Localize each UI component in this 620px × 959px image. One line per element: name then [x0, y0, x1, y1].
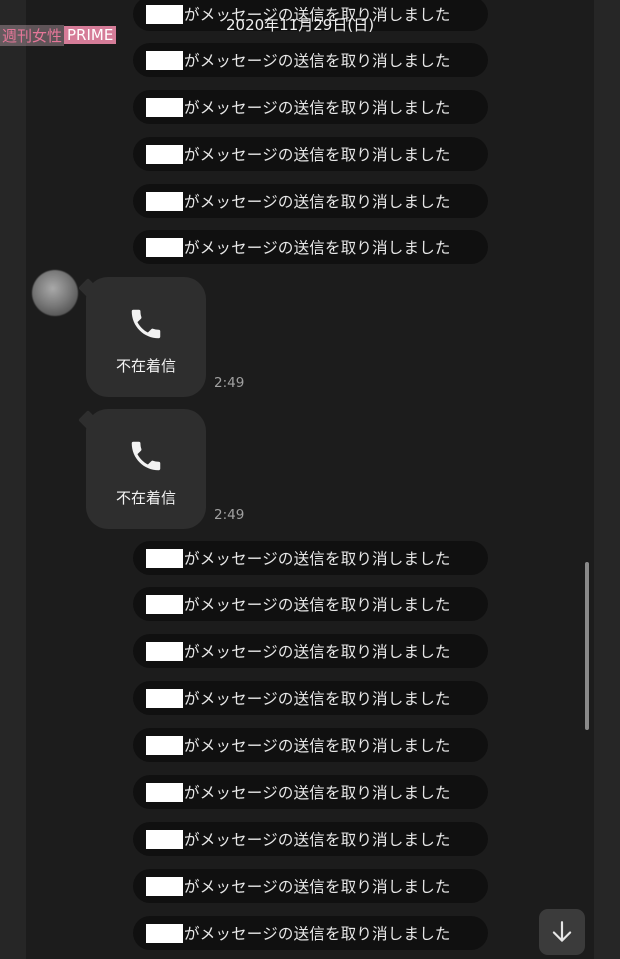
missed-call-label: 不在着信: [115, 357, 176, 375]
call-timestamp: 2:49: [214, 375, 245, 391]
redacted-name: [146, 688, 183, 708]
unsent-notice-text: がメッセージの送信を取り消しました: [184, 596, 451, 614]
missed-call-bubble[interactable]: 不在着信: [86, 277, 206, 397]
unsent-notice-text: がメッセージの送信を取り消しました: [184, 239, 451, 257]
unsent-notice-text: がメッセージの送信を取り消しました: [184, 925, 451, 943]
unsent-notice-text: がメッセージの送信を取り消しました: [184, 878, 451, 896]
phone-icon: [131, 309, 161, 339]
unsent-notice: がメッセージの送信を取り消しました: [133, 90, 488, 124]
redacted-name: [146, 4, 183, 24]
arrow-down-icon: [552, 921, 572, 942]
unsent-notice: がメッセージの送信を取り消しました: [133, 184, 488, 218]
unsent-notice-text: がメッセージの送信を取り消しました: [184, 550, 451, 568]
redacted-name: [146, 97, 183, 117]
watermark-en: PRIME: [64, 26, 117, 44]
unsent-notice: がメッセージの送信を取り消しました: [133, 137, 488, 171]
unsent-notice-text: がメッセージの送信を取り消しました: [184, 690, 451, 708]
watermark-jp: 週刊女性: [0, 24, 65, 46]
right-margin: [594, 0, 620, 959]
unsent-notice: がメッセージの送信を取り消しました: [133, 230, 488, 264]
redacted-name: [146, 876, 183, 896]
unsent-notice-text: がメッセージの送信を取り消しました: [184, 784, 451, 802]
unsent-notice-text: がメッセージの送信を取り消しました: [184, 643, 451, 661]
phone-icon: [131, 441, 161, 471]
redacted-name: [146, 594, 183, 614]
redacted-name: [146, 144, 183, 164]
missed-call-label: 不在着信: [115, 489, 176, 507]
scroll-to-bottom-button[interactable]: [539, 909, 585, 955]
redacted-name: [146, 735, 183, 755]
unsent-notice-text: がメッセージの送信を取り消しました: [184, 193, 451, 211]
contact-avatar[interactable]: [32, 270, 78, 316]
scrollbar[interactable]: [585, 562, 589, 730]
left-margin: [0, 0, 26, 959]
redacted-name: [146, 829, 183, 849]
chat-screen: がメッセージの送信を取り消しました 2020年11月29日(日) がメッセージの…: [26, 0, 594, 959]
date-header: 2020年11月29日(日): [226, 16, 375, 34]
redacted-name: [146, 923, 183, 943]
redacted-name: [146, 548, 183, 568]
unsent-notice-text: がメッセージの送信を取り消しました: [184, 99, 451, 117]
unsent-notice: がメッセージの送信を取り消しました: [133, 681, 488, 715]
unsent-notice: がメッセージの送信を取り消しました: [133, 728, 488, 762]
redacted-name: [146, 641, 183, 661]
unsent-notice: がメッセージの送信を取り消しました: [133, 541, 488, 575]
unsent-notice-text: がメッセージの送信を取り消しました: [184, 737, 451, 755]
redacted-name: [146, 782, 183, 802]
unsent-notice: がメッセージの送信を取り消しました: [133, 43, 488, 77]
unsent-notice-text: がメッセージの送信を取り消しました: [184, 146, 451, 164]
redacted-name: [146, 191, 183, 211]
call-timestamp: 2:49: [214, 507, 245, 523]
missed-call-bubble[interactable]: 不在着信: [86, 409, 206, 529]
unsent-notice: がメッセージの送信を取り消しました: [133, 634, 488, 668]
unsent-notice: がメッセージの送信を取り消しました: [133, 587, 488, 621]
watermark-logo: 週刊女性 PRIME: [0, 24, 117, 46]
redacted-name: [146, 237, 183, 257]
unsent-notice-text: がメッセージの送信を取り消しました: [184, 52, 451, 70]
unsent-notice-text: がメッセージの送信を取り消しました: [184, 831, 451, 849]
redacted-name: [146, 50, 183, 70]
unsent-notice: がメッセージの送信を取り消しました: [133, 916, 488, 950]
unsent-notice: がメッセージの送信を取り消しました: [133, 822, 488, 856]
unsent-notice: がメッセージの送信を取り消しました: [133, 775, 488, 809]
unsent-notice: がメッセージの送信を取り消しました: [133, 869, 488, 903]
